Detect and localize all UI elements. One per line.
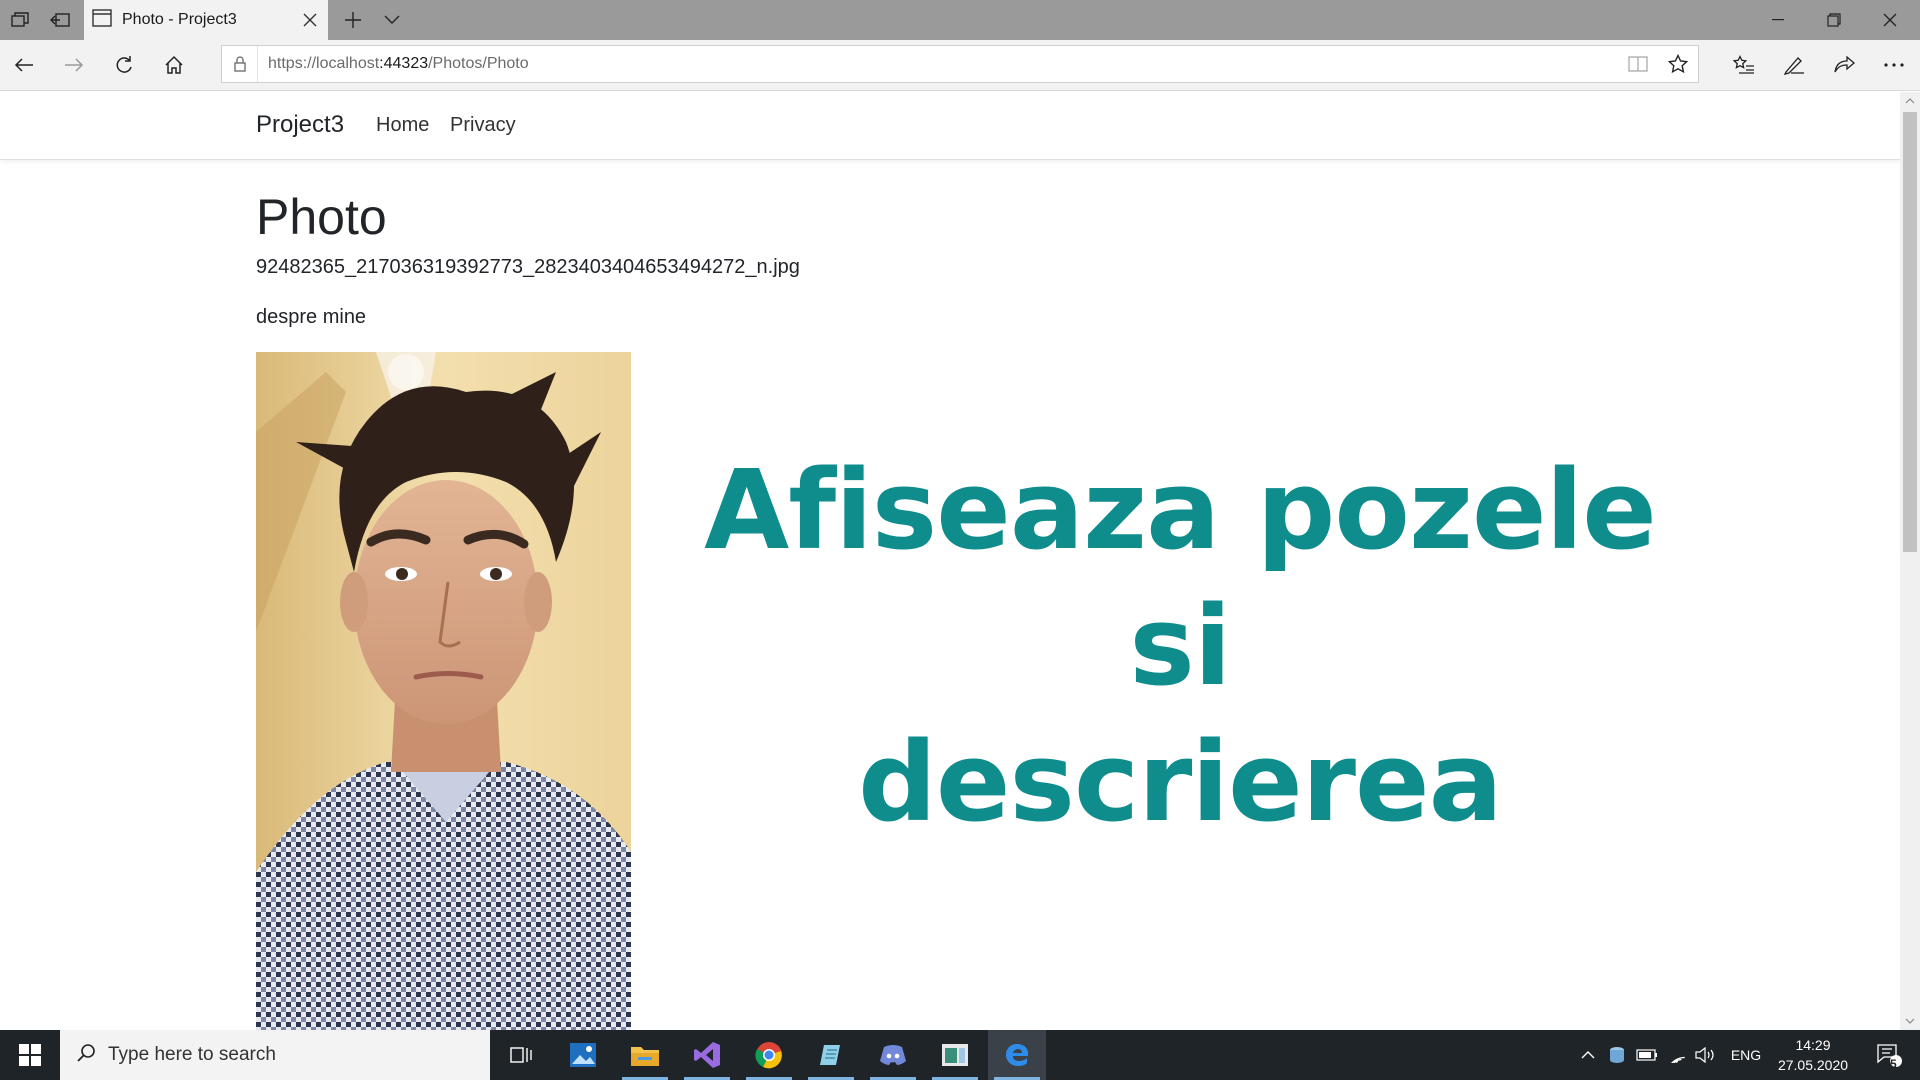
favorite-star-icon[interactable] xyxy=(1658,46,1698,82)
page-scrollbar[interactable] xyxy=(1900,92,1920,1030)
network-drive-icon[interactable] xyxy=(1604,1030,1630,1080)
edge-icon[interactable] xyxy=(988,1030,1046,1080)
battery-icon[interactable] xyxy=(1634,1030,1660,1080)
favorites-list-icon[interactable] xyxy=(1726,48,1762,82)
lock-icon[interactable] xyxy=(222,46,258,82)
share-icon[interactable] xyxy=(1826,48,1862,82)
scroll-up-icon[interactable] xyxy=(1900,92,1920,110)
restore-icon[interactable] xyxy=(1806,0,1862,40)
discord-icon[interactable] xyxy=(864,1030,922,1080)
page-title: Photo xyxy=(256,189,387,245)
nav-link-privacy[interactable]: Privacy xyxy=(450,114,516,137)
web-page: Project3 Home Privacy Photo 92482365_217… xyxy=(0,92,1900,1030)
refresh-icon[interactable] xyxy=(106,48,142,82)
address-toolbar: https://localhost:44323/Photos/Photo xyxy=(0,40,1920,91)
sql-server-icon[interactable] xyxy=(926,1030,984,1080)
banner-line-2: descrierea xyxy=(858,718,1503,846)
brand-link[interactable]: Project3 xyxy=(256,111,344,139)
banner-line-1: Afiseaza pozele si xyxy=(704,446,1657,710)
show-hidden-icons-chevron-icon[interactable] xyxy=(1576,1030,1600,1080)
windows-taskbar: Type here to search ENG 14:29 27.05.2020… xyxy=(0,1030,1920,1080)
notepad-icon[interactable] xyxy=(802,1030,860,1080)
action-center-icon[interactable]: 5 xyxy=(1866,1030,1912,1080)
notes-pen-icon[interactable] xyxy=(1776,48,1812,82)
wifi-icon[interactable] xyxy=(1664,1030,1690,1080)
banner-text: Afiseaza pozele si descrierea xyxy=(660,442,1700,850)
address-field[interactable]: https://localhost:44323/Photos/Photo xyxy=(221,45,1699,83)
forward-arrow-icon[interactable] xyxy=(56,48,92,82)
volume-icon[interactable] xyxy=(1692,1030,1718,1080)
visual-studio-icon[interactable] xyxy=(678,1030,736,1080)
close-window-icon[interactable] xyxy=(1862,0,1918,40)
search-placeholder: Type here to search xyxy=(108,1044,276,1065)
photo-file-name: 92482365_217036319392773_282340340465349… xyxy=(256,256,800,278)
notification-count: 5 xyxy=(1890,1057,1897,1071)
clock-time: 14:29 xyxy=(1795,1037,1831,1053)
taskbar-search-box[interactable]: Type here to search xyxy=(60,1030,490,1080)
tab-active[interactable]: Photo - Project3 xyxy=(84,0,328,40)
nav-link-home[interactable]: Home xyxy=(376,114,429,137)
tab-list-chevron-icon[interactable] xyxy=(380,8,404,32)
url-text[interactable]: https://localhost:44323/Photos/Photo xyxy=(268,55,1618,73)
url-port: :44323 xyxy=(379,55,429,72)
windows-start-icon[interactable] xyxy=(0,1030,60,1080)
reading-view-icon[interactable] xyxy=(1618,46,1658,82)
minimize-icon[interactable] xyxy=(1750,0,1806,40)
tab-title: Photo - Project3 xyxy=(122,11,237,28)
scrollbar-thumb[interactable] xyxy=(1903,112,1917,552)
portrait-photo xyxy=(256,352,631,1030)
home-icon[interactable] xyxy=(156,48,192,82)
task-view-icon[interactable] xyxy=(492,1030,550,1080)
more-menu-icon[interactable] xyxy=(1876,48,1912,82)
close-tab-icon[interactable] xyxy=(298,8,322,32)
search-icon xyxy=(76,1043,96,1068)
browser-tab-bar: Photo - Project3 xyxy=(0,0,1920,40)
scroll-down-icon[interactable] xyxy=(1900,1012,1920,1030)
clock[interactable]: 14:29 27.05.2020 xyxy=(1768,1035,1858,1075)
set-tabs-aside-icon[interactable] xyxy=(48,8,72,32)
site-navbar: Project3 Home Privacy xyxy=(0,92,1900,160)
photo-description: despre mine xyxy=(256,306,367,328)
input-language[interactable]: ENG xyxy=(1726,1030,1766,1080)
new-tab-icon[interactable] xyxy=(341,8,365,32)
clock-date: 27.05.2020 xyxy=(1777,1057,1849,1073)
chrome-icon[interactable] xyxy=(740,1030,798,1080)
file-explorer-icon[interactable] xyxy=(616,1030,674,1080)
photos-app-icon[interactable] xyxy=(554,1030,612,1080)
tab-actions-icon[interactable] xyxy=(8,8,32,32)
back-arrow-icon[interactable] xyxy=(6,48,42,82)
page-icon xyxy=(92,8,112,32)
